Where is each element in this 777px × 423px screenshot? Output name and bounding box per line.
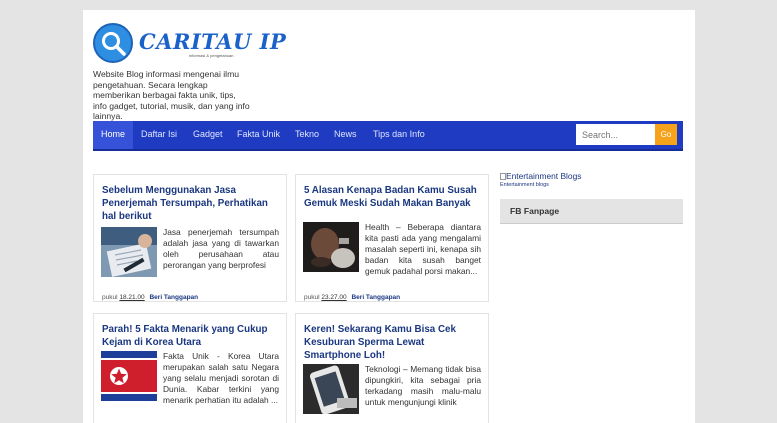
nav-item-news[interactable]: News bbox=[334, 121, 357, 149]
post-time[interactable]: 18.21.00 bbox=[119, 294, 144, 301]
nav-item-tips-dan-info[interactable]: Tips dan Info bbox=[373, 121, 425, 149]
search-input[interactable] bbox=[576, 124, 655, 145]
post-snippet: Health – Beberapa diantara kita pasti ad… bbox=[365, 222, 481, 276]
post-thumbnail[interactable] bbox=[303, 364, 359, 414]
post-thumbnail[interactable] bbox=[303, 222, 359, 272]
magnifier-logo-icon bbox=[93, 23, 133, 63]
post-card: Keren! Sekarang Kamu Bisa Cek Kesuburan … bbox=[295, 313, 489, 423]
entertainment-blogs-badge[interactable]: Entertainment Blogs Entertainment blogs bbox=[500, 171, 600, 188]
post-title[interactable]: Parah! 5 Fakta Menarik yang Cukup Kejam … bbox=[102, 323, 282, 349]
post-title[interactable]: 5 Alasan Kenapa Badan Kamu Susah Gemuk M… bbox=[304, 184, 484, 210]
search-button[interactable]: Go bbox=[655, 124, 677, 145]
post-meta: pukul 23.27.00 Beri Tanggapan bbox=[304, 294, 400, 301]
fb-fanpage-title: FB Fanpage bbox=[510, 206, 560, 216]
post-meta-prefix: pukul bbox=[304, 294, 320, 301]
post-thumbnail[interactable] bbox=[101, 351, 157, 401]
fb-fanpage-widget: FB Fanpage bbox=[500, 199, 683, 224]
nav-item-tekno[interactable]: Tekno bbox=[295, 121, 319, 149]
nav-item-gadget[interactable]: Gadget bbox=[193, 121, 223, 149]
post-time[interactable]: 23.27.00 bbox=[321, 294, 346, 301]
post-meta-prefix: pukul bbox=[102, 294, 118, 301]
nav-item-home[interactable]: Home bbox=[93, 121, 134, 149]
nav-item-fakta-unik[interactable]: Fakta Unik bbox=[237, 121, 280, 149]
main-nav: Home Daftar Isi Gadget Fakta Unik Tekno … bbox=[93, 121, 683, 151]
nav-item-daftar-isi[interactable]: Daftar Isi bbox=[141, 121, 177, 149]
post-comment-link[interactable]: Beri Tanggapan bbox=[351, 294, 400, 301]
site-description: Website Blog informasi mengenai ilmu pen… bbox=[93, 69, 250, 121]
site-title: CARITAU IP bbox=[139, 29, 287, 54]
post-snippet: Teknologi – Memang tidak bisa dipungkiri… bbox=[365, 364, 481, 407]
page-container: CARITAU IP informasi & pengetahuan Websi… bbox=[83, 10, 695, 423]
post-comment-link[interactable]: Beri Tanggapan bbox=[149, 294, 198, 301]
post-card: 5 Alasan Kenapa Badan Kamu Susah Gemuk M… bbox=[295, 174, 489, 302]
badge-image-alt: Entertainment Blogs bbox=[500, 171, 600, 181]
post-title[interactable]: Sebelum Menggunakan Jasa Penerjemah Ters… bbox=[102, 184, 282, 223]
post-card: Sebelum Menggunakan Jasa Penerjemah Ters… bbox=[93, 174, 287, 302]
badge-caption[interactable]: Entertainment blogs bbox=[500, 182, 600, 188]
post-title[interactable]: Keren! Sekarang Kamu Bisa Cek Kesuburan … bbox=[304, 323, 484, 362]
post-meta: pukul 18.21.00 Beri Tanggapan bbox=[102, 294, 198, 301]
site-logo[interactable]: CARITAU IP informasi & pengetahuan bbox=[93, 23, 286, 69]
post-snippet: Fakta Unik - Korea Utara merupakan salah… bbox=[163, 351, 279, 405]
post-snippet: Jasa penerjemah tersumpah adalah jasa ya… bbox=[163, 227, 279, 270]
post-card: Parah! 5 Fakta Menarik yang Cukup Kejam … bbox=[93, 313, 287, 423]
site-subtitle: informasi & pengetahuan bbox=[189, 53, 234, 58]
post-thumbnail[interactable] bbox=[101, 227, 157, 277]
